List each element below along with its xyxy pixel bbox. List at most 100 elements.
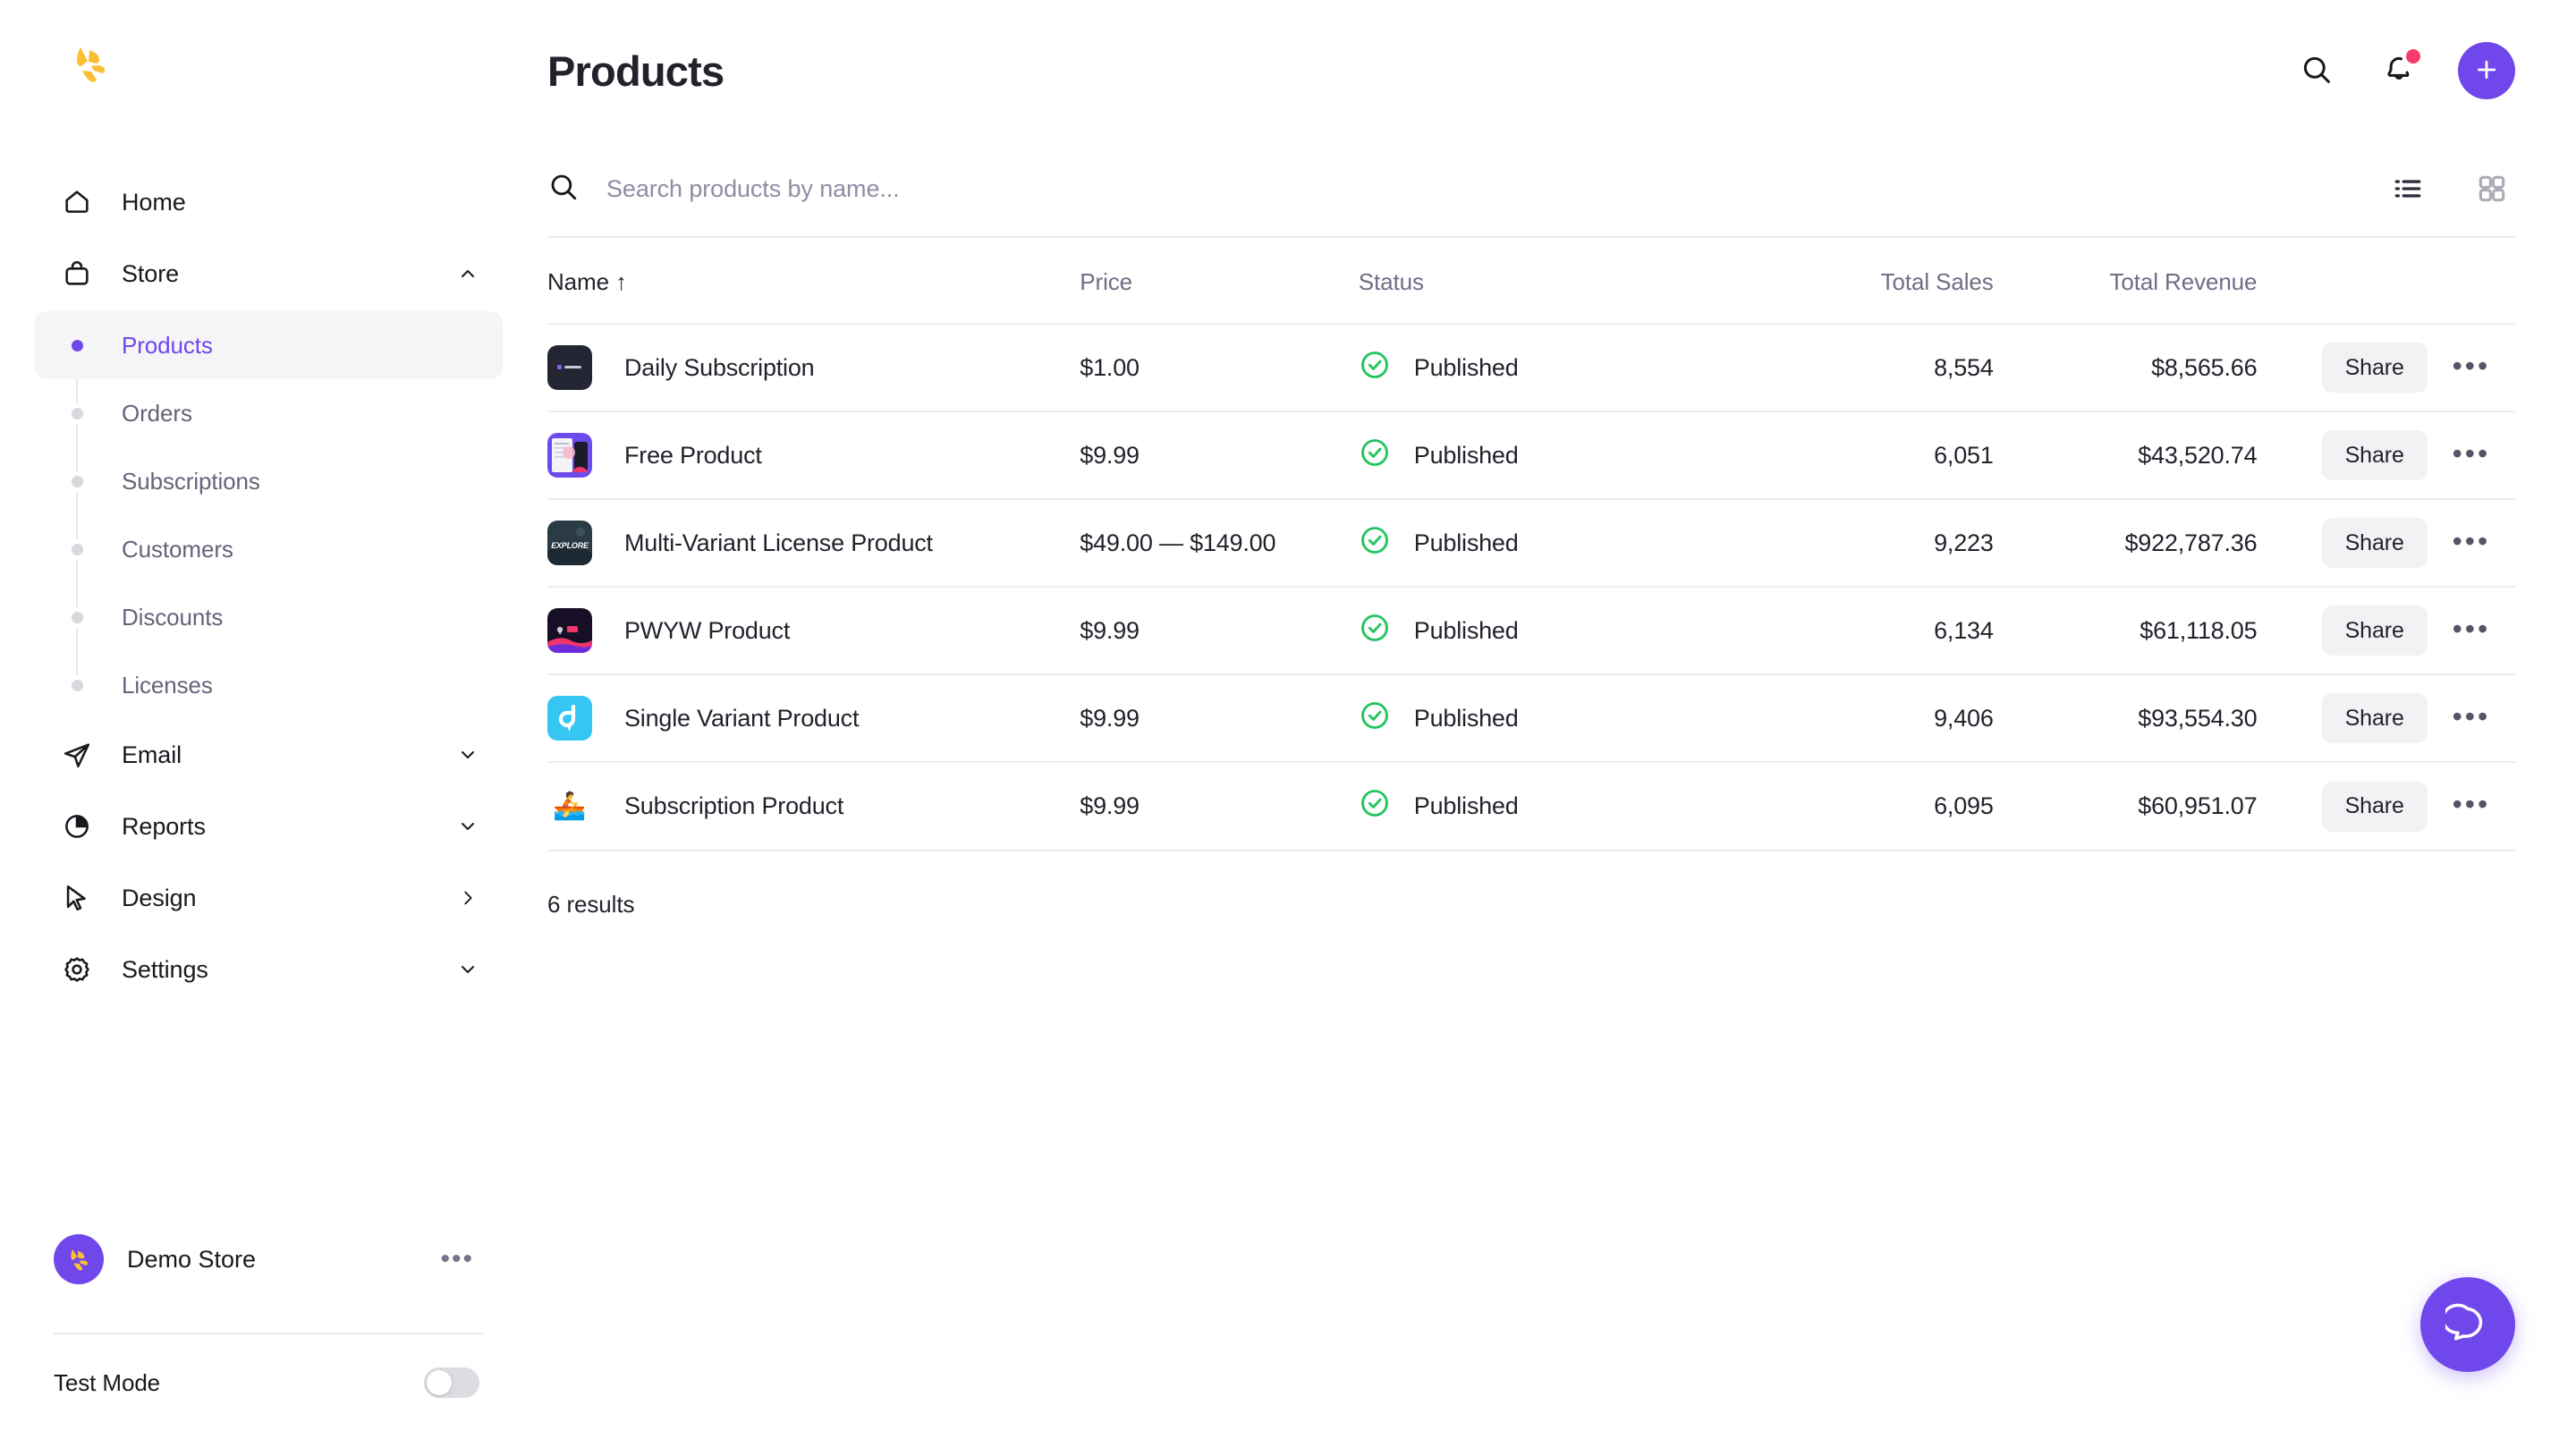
results-count: 6 results bbox=[547, 851, 2515, 919]
sidebar-item-licenses[interactable]: Licenses bbox=[34, 651, 503, 719]
status-badge: Published bbox=[1414, 617, 1519, 645]
cell-price: $9.99 bbox=[1080, 762, 1358, 850]
cell-price: $9.99 bbox=[1080, 674, 1358, 762]
sidebar-item-design[interactable]: Design bbox=[34, 862, 503, 934]
row-menu-ellipsis-icon[interactable]: ••• bbox=[2447, 711, 2496, 723]
chevron-down-icon[interactable] bbox=[456, 958, 479, 981]
cell-total-sales: 6,134 bbox=[1758, 587, 1994, 674]
sidebar-item-reports[interactable]: Reports bbox=[34, 791, 503, 862]
search-input[interactable] bbox=[606, 175, 1411, 203]
cell-total-revenue: $922,787.36 bbox=[1994, 499, 2258, 587]
home-icon bbox=[57, 182, 97, 222]
lemon-squeezy-logo-small bbox=[65, 1246, 92, 1273]
sidebar-item-home[interactable]: Home bbox=[34, 166, 503, 238]
app-root: Home Store Pr bbox=[0, 0, 2576, 1431]
thumb-rowboat-emoji: 🚣 bbox=[547, 784, 592, 829]
search-icon bbox=[547, 171, 580, 207]
products-table: Name ↑ Price Status Total Sales Total Re… bbox=[547, 238, 2515, 850]
status-badge: Published bbox=[1414, 529, 1519, 557]
share-button[interactable]: Share bbox=[2322, 343, 2428, 393]
cell-name: 🚣 Subscription Product bbox=[547, 762, 1080, 850]
table-row[interactable]: Daily Subscription $1.00 Published 8,554 bbox=[547, 324, 2515, 411]
chevron-down-icon[interactable] bbox=[456, 815, 479, 838]
cell-status: Published bbox=[1359, 587, 1758, 674]
main-content: Products bbox=[537, 0, 2576, 1431]
chevron-right-icon[interactable] bbox=[456, 886, 479, 910]
sidebar-footer: Demo Store ••• Test Mode bbox=[34, 1222, 503, 1431]
sidebar-item-customers[interactable]: Customers bbox=[34, 515, 503, 583]
gear-icon bbox=[57, 950, 97, 989]
chevron-up-icon[interactable] bbox=[456, 262, 479, 285]
row-menu-ellipsis-icon[interactable]: ••• bbox=[2447, 360, 2496, 372]
column-header-price[interactable]: Price bbox=[1080, 238, 1358, 324]
product-name: PWYW Product bbox=[624, 617, 790, 645]
cell-status: Published bbox=[1359, 674, 1758, 762]
sidebar-subitem-label: Subscriptions bbox=[122, 468, 260, 495]
column-header-total-revenue[interactable]: Total Revenue bbox=[1994, 238, 2258, 324]
cell-status: Published bbox=[1359, 324, 1758, 411]
ellipsis-icon[interactable]: ••• bbox=[440, 1254, 474, 1265]
store-switcher[interactable]: Demo Store ••• bbox=[34, 1222, 503, 1297]
share-button[interactable]: Share bbox=[2322, 693, 2428, 743]
row-menu-ellipsis-icon[interactable]: ••• bbox=[2447, 536, 2496, 547]
cell-actions: Share bbox=[2257, 411, 2427, 499]
row-menu-ellipsis-icon[interactable]: ••• bbox=[2447, 448, 2496, 460]
list-view-icon[interactable] bbox=[2385, 165, 2431, 212]
help-chat-button[interactable] bbox=[2420, 1277, 2515, 1372]
row-menu-ellipsis-icon[interactable]: ••• bbox=[2447, 623, 2496, 635]
table-row[interactable]: 🚣 Subscription Product $9.99 Published bbox=[547, 762, 2515, 850]
cell-actions: Share bbox=[2257, 762, 2427, 850]
sidebar-item-subscriptions[interactable]: Subscriptions bbox=[34, 447, 503, 515]
sidebar-item-label: Email bbox=[122, 741, 182, 769]
chat-bubble-icon bbox=[2445, 1301, 2490, 1349]
share-button[interactable]: Share bbox=[2322, 518, 2428, 568]
column-header-total-sales[interactable]: Total Sales bbox=[1758, 238, 1994, 324]
sidebar-item-discounts[interactable]: Discounts bbox=[34, 583, 503, 651]
row-menu-ellipsis-icon[interactable]: ••• bbox=[2447, 799, 2496, 810]
logo-wrap[interactable] bbox=[34, 0, 503, 107]
pie-chart-icon bbox=[57, 807, 97, 846]
products-table-wrap: Name ↑ Price Status Total Sales Total Re… bbox=[547, 238, 2515, 851]
column-header-name[interactable]: Name ↑ bbox=[547, 238, 1080, 324]
cell-total-revenue: $8,565.66 bbox=[1994, 324, 2258, 411]
table-row[interactable]: Free Product $9.99 Published 6,051 $4 bbox=[547, 411, 2515, 499]
notifications-button[interactable] bbox=[2376, 47, 2422, 94]
share-button[interactable]: Share bbox=[2322, 782, 2428, 832]
search-button[interactable] bbox=[2293, 47, 2340, 94]
cell-total-revenue: $60,951.07 bbox=[1994, 762, 2258, 850]
share-button[interactable]: Share bbox=[2322, 605, 2428, 656]
bullet-dot-icon bbox=[57, 461, 97, 501]
status-badge: Published bbox=[1414, 442, 1519, 470]
share-button[interactable]: Share bbox=[2322, 430, 2428, 480]
test-mode-toggle[interactable] bbox=[424, 1367, 479, 1398]
shopping-bag-icon bbox=[57, 254, 97, 293]
thumb-cyan-d bbox=[547, 696, 592, 741]
table-body: Daily Subscription $1.00 Published 8,554 bbox=[547, 324, 2515, 850]
cell-status: Published bbox=[1359, 411, 1758, 499]
sidebar-item-email[interactable]: Email bbox=[34, 719, 503, 791]
cell-total-revenue: $61,118.05 bbox=[1994, 587, 2258, 674]
status-published-icon bbox=[1359, 524, 1391, 563]
sidebar-item-label: Store bbox=[122, 260, 179, 288]
sidebar-item-orders[interactable]: Orders bbox=[34, 379, 503, 447]
sidebar-subitem-label: Licenses bbox=[122, 672, 213, 699]
table-row[interactable]: EXPLORE Multi-Variant License Product $4… bbox=[547, 499, 2515, 587]
table-row[interactable]: Single Variant Product $9.99 Published 9… bbox=[547, 674, 2515, 762]
sidebar-item-settings[interactable]: Settings bbox=[34, 934, 503, 1005]
grid-view-icon[interactable] bbox=[2469, 165, 2515, 212]
status-badge: Published bbox=[1414, 354, 1519, 382]
cell-total-sales: 8,554 bbox=[1758, 324, 1994, 411]
sidebar-item-products[interactable]: Products bbox=[34, 311, 503, 379]
search-field-group bbox=[547, 171, 2385, 207]
product-name: Subscription Product bbox=[624, 792, 843, 820]
cell-total-sales: 6,051 bbox=[1758, 411, 1994, 499]
chevron-down-icon[interactable] bbox=[456, 743, 479, 766]
add-product-button[interactable] bbox=[2458, 42, 2515, 99]
cell-menu: ••• bbox=[2428, 411, 2515, 499]
plus-icon bbox=[2473, 56, 2500, 86]
sidebar-item-store[interactable]: Store bbox=[34, 238, 503, 309]
column-header-status[interactable]: Status bbox=[1359, 238, 1758, 324]
status-published-icon bbox=[1359, 612, 1391, 650]
test-mode-row: Test Mode bbox=[34, 1334, 503, 1431]
table-row[interactable]: PWYW Product $9.99 Published 6,134 $6 bbox=[547, 587, 2515, 674]
